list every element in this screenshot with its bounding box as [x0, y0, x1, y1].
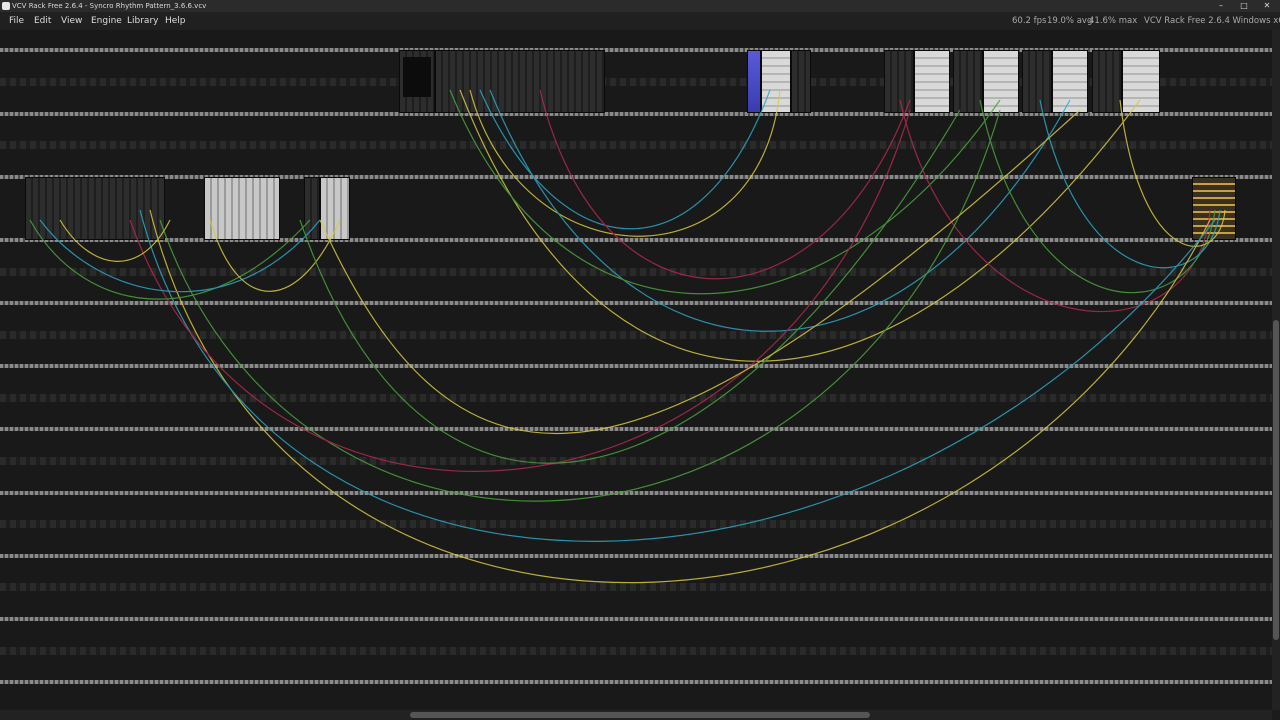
voice-module[interactable]	[884, 50, 914, 113]
text-display-module[interactable]	[399, 50, 435, 113]
menu-engine[interactable]: Engine	[91, 15, 122, 27]
rack-rail-holes	[0, 331, 1272, 339]
rack-rail-holes	[0, 457, 1272, 465]
rack-rail	[0, 491, 1272, 495]
oscillator-module[interactable]	[983, 50, 1019, 113]
cable-yellow	[459, 89, 1141, 362]
cable-green	[979, 99, 1216, 294]
output-module[interactable]	[1192, 177, 1236, 240]
fps-readout: 60.2 fps	[1012, 16, 1047, 26]
trigger-module[interactable]	[304, 177, 320, 240]
drum-module[interactable]	[320, 177, 350, 240]
mixer-module[interactable]	[435, 50, 605, 113]
rack-rail-holes	[0, 394, 1272, 402]
close-icon[interactable]: ✕	[1256, 0, 1278, 12]
menu-bar: File Edit View Engine Library Help 60.2 …	[0, 12, 1280, 30]
cable-green	[449, 89, 1001, 295]
rack-rail	[0, 680, 1272, 684]
voice-module[interactable]	[953, 50, 983, 113]
drum-module[interactable]	[204, 177, 280, 240]
voice-module[interactable]	[1022, 50, 1052, 113]
version-readout: VCV Rack Free 2.6.4 Windows x64	[1144, 16, 1280, 26]
cable-red	[899, 99, 1211, 313]
rack-rail-holes	[0, 520, 1272, 528]
menu-help[interactable]: Help	[165, 15, 186, 27]
filter-module[interactable]	[761, 50, 791, 113]
voice-module[interactable]	[1092, 50, 1122, 113]
vcv-rack-logo-icon	[2, 2, 10, 10]
window-title-bar[interactable]: VCV Rack Free 2.6.4 - Syncro Rhythm Patt…	[0, 0, 1280, 12]
oscillator-module[interactable]	[1052, 50, 1088, 113]
menu-view[interactable]: View	[61, 15, 82, 27]
rack-rail-holes	[0, 141, 1272, 149]
oscillator-module[interactable]	[1122, 50, 1160, 113]
rack-rail-holes	[0, 268, 1272, 276]
cpu-avg-readout: 19.0% avg	[1047, 16, 1093, 26]
rack-rail-holes	[0, 647, 1272, 655]
rack-rail	[0, 301, 1272, 305]
oscillator-module[interactable]	[914, 50, 950, 113]
cable-red	[539, 89, 911, 280]
rack-rail	[0, 554, 1272, 558]
rack-rail	[0, 617, 1272, 621]
horizontal-scrollbar-thumb[interactable]	[410, 712, 870, 718]
rack-rail	[0, 364, 1272, 368]
window-title: VCV Rack Free 2.6.4 - Syncro Rhythm Patt…	[12, 2, 207, 10]
vertical-scrollbar-thumb[interactable]	[1273, 320, 1279, 640]
clock-module[interactable]	[25, 177, 165, 240]
sequencer-module[interactable]	[747, 50, 761, 113]
minimize-icon[interactable]: –	[1210, 0, 1232, 12]
rack-rail	[0, 427, 1272, 431]
cable-cyan	[489, 89, 1071, 332]
rack-rail	[0, 238, 1272, 242]
cable-green	[299, 109, 961, 464]
rack-canvas[interactable]	[0, 30, 1272, 710]
rack-rail-holes	[0, 583, 1272, 591]
cpu-max-readout: 41.6% max	[1089, 16, 1138, 26]
utility-module[interactable]	[791, 50, 811, 113]
patch-cables[interactable]	[0, 30, 1272, 710]
maximize-icon[interactable]: □	[1233, 0, 1255, 12]
menu-file[interactable]: File	[9, 15, 24, 27]
menu-library[interactable]: Library	[127, 15, 158, 27]
cable-green	[159, 109, 1001, 502]
menu-edit[interactable]: Edit	[34, 15, 51, 27]
cable-red	[129, 109, 911, 472]
rack-rail	[0, 175, 1272, 179]
